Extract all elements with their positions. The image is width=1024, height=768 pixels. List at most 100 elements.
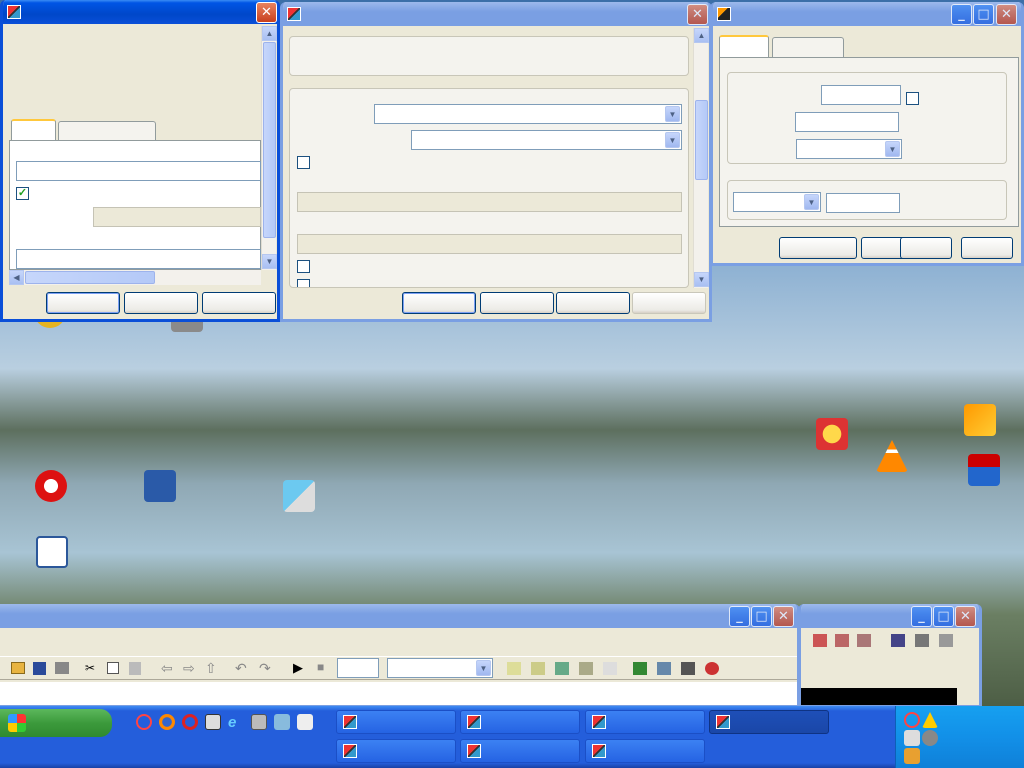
integrator-titlebar[interactable] <box>0 604 797 628</box>
vertical-scrollbar[interactable]: ▲ ▼ <box>261 26 277 270</box>
function-titlebar[interactable] <box>283 2 709 26</box>
open-icon[interactable] <box>11 662 25 674</box>
start-button[interactable] <box>0 709 112 737</box>
taskbar-item-matlab[interactable] <box>336 710 456 734</box>
quicklaunch-opera-icon[interactable] <box>182 714 198 730</box>
quicklaunch-media-icon[interactable] <box>274 714 290 730</box>
sampling-mode-select[interactable]: ▼ <box>733 192 821 212</box>
vertical-scrollbar[interactable]: ▲ ▼ <box>693 28 709 288</box>
cancel-button[interactable] <box>124 292 198 314</box>
settings-icon[interactable] <box>705 662 719 675</box>
chevron-down-icon[interactable]: ▼ <box>476 660 491 676</box>
scroll-thumb[interactable] <box>25 271 155 284</box>
constant-value-input[interactable] <box>16 161 261 181</box>
quicklaunch-chat-icon[interactable] <box>297 714 313 730</box>
forward-icon[interactable]: ⇨ <box>183 660 195 677</box>
taskbar-item-function-block[interactable] <box>336 739 456 763</box>
model-explorer-icon[interactable] <box>579 662 593 675</box>
maximize-button[interactable]: □ <box>751 606 772 627</box>
num-axes-input[interactable] <box>821 85 901 105</box>
close-button[interactable]: ✕ <box>687 4 708 25</box>
taskbar-item-integrator[interactable] <box>585 710 705 734</box>
scroll-up-icon[interactable]: ▲ <box>262 26 277 41</box>
scroll-down-icon[interactable]: ▼ <box>262 254 277 269</box>
desktop-icon-vlc[interactable] <box>852 440 932 475</box>
tab-general[interactable] <box>719 35 769 57</box>
zoom-icon[interactable] <box>813 634 827 647</box>
tick-labels-select[interactable]: ▼ <box>796 139 902 159</box>
tab-signal-attributes[interactable] <box>58 121 156 141</box>
desktop-icon-smarthru[interactable] <box>259 480 339 515</box>
save-icon[interactable] <box>33 662 46 675</box>
external-reset-select[interactable]: ▼ <box>374 104 682 124</box>
ok-button[interactable] <box>779 237 857 259</box>
model-canvas[interactable] <box>0 682 797 705</box>
scope-plot[interactable] <box>801 688 957 705</box>
tray-icon-1[interactable] <box>904 712 920 728</box>
cut-icon[interactable]: ✂ <box>85 661 95 675</box>
quicklaunch-firefox-icon[interactable] <box>159 714 175 730</box>
scroll-up-icon[interactable]: ▲ <box>694 28 709 43</box>
tray-icon-4[interactable] <box>922 730 938 746</box>
params-icon[interactable] <box>915 634 929 647</box>
build-icon[interactable] <box>507 662 521 675</box>
update-icon[interactable] <box>531 662 545 675</box>
show-saturation-checkbox[interactable] <box>297 260 310 273</box>
paste-icon[interactable] <box>129 662 141 675</box>
scroll-left-icon[interactable]: ◀ <box>9 270 24 285</box>
chevron-down-icon[interactable]: ▼ <box>665 106 680 122</box>
help-button[interactable] <box>202 292 276 314</box>
tab-data-history[interactable] <box>772 37 844 57</box>
quicklaunch-ie-icon[interactable]: e <box>228 714 244 731</box>
zoom-y-icon[interactable] <box>857 634 871 647</box>
subsystem-icon[interactable] <box>633 662 647 675</box>
close-button[interactable]: ✕ <box>996 4 1017 25</box>
copy-icon[interactable] <box>107 662 119 674</box>
back-icon[interactable]: ⇦ <box>161 660 173 677</box>
taskbar-item-scope-params[interactable] <box>585 739 705 763</box>
scroll-down-icon[interactable]: ▼ <box>694 272 709 287</box>
maximize-button[interactable]: □ <box>933 606 954 627</box>
sim-mode-select[interactable]: ▼ <box>387 658 493 678</box>
minimize-button[interactable]: _ <box>729 606 750 627</box>
close-button[interactable]: ✕ <box>256 2 277 23</box>
warning-icon[interactable] <box>922 712 938 728</box>
up-icon[interactable]: ⇧ <box>205 660 217 677</box>
apply-button[interactable] <box>961 237 1013 259</box>
horizontal-scrollbar[interactable]: ◀ <box>9 270 261 285</box>
stop-icon[interactable]: ■ <box>317 660 324 674</box>
find-icon[interactable] <box>657 662 671 675</box>
chevron-down-icon[interactable]: ▼ <box>665 132 680 148</box>
help-button[interactable] <box>556 292 630 314</box>
quicklaunch-opera-mail-icon[interactable] <box>136 714 152 730</box>
help-button[interactable] <box>900 237 952 259</box>
debug-icon[interactable] <box>603 662 617 675</box>
sample-time-input[interactable] <box>16 249 261 269</box>
time-range-input[interactable] <box>795 112 899 132</box>
taskbar-item-scope[interactable] <box>460 739 580 763</box>
properties-icon[interactable] <box>681 662 695 675</box>
maximize-button[interactable]: □ <box>973 4 994 25</box>
chevron-down-icon[interactable]: ▼ <box>804 194 819 210</box>
cancel-button[interactable] <box>480 292 554 314</box>
chevron-down-icon[interactable]: ▼ <box>885 141 900 157</box>
library-icon[interactable] <box>555 662 569 675</box>
tab-main[interactable] <box>11 119 56 141</box>
redo-icon[interactable]: ↷ <box>259 660 271 677</box>
scroll-thumb[interactable] <box>695 100 708 180</box>
quicklaunch-desktop-icon[interactable] <box>205 714 221 730</box>
floating-scope-checkbox[interactable] <box>906 92 919 105</box>
scroll-thumb[interactable] <box>263 42 276 238</box>
print-icon[interactable] <box>55 662 69 674</box>
tray-icon-5[interactable] <box>904 748 920 764</box>
taskbar-item-simulink-library[interactable] <box>460 710 580 734</box>
initial-source-select[interactable]: ▼ <box>411 130 682 150</box>
sampling-value-input[interactable] <box>826 193 900 213</box>
float-icon[interactable] <box>939 634 953 647</box>
source-titlebar[interactable] <box>3 0 277 24</box>
limit-output-checkbox[interactable] <box>297 156 310 169</box>
desktop-icon-word[interactable] <box>12 536 92 571</box>
ok-button[interactable] <box>402 292 476 314</box>
apply-button[interactable] <box>632 292 706 314</box>
close-button[interactable]: ✕ <box>773 606 794 627</box>
